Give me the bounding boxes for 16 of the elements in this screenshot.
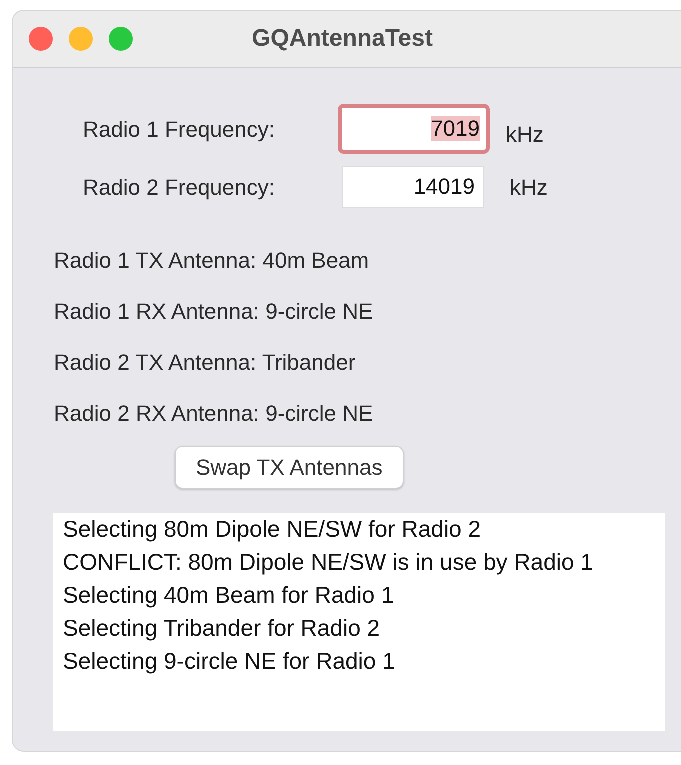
antenna-label: Radio 1 TX Antenna: 40m Beam: [54, 247, 370, 275]
zoom-button[interactable]: [109, 27, 133, 51]
frequency-field[interactable]: 7019: [338, 104, 490, 154]
unit-label: kHz: [506, 120, 544, 148]
swap-antennas-button[interactable]: Swap TX Antennas: [175, 446, 404, 489]
unit-label: kHz: [510, 174, 548, 202]
antenna-label: Radio 2 TX Antenna: Tribander: [54, 349, 357, 377]
close-button[interactable]: [29, 27, 53, 51]
frequency-field[interactable]: 14019: [342, 166, 484, 208]
frequency-label: Radio 1 Frequency:: [83, 116, 276, 144]
antenna-label: Radio 2 RX Antenna: 9-circle NE: [54, 400, 374, 428]
frequency-label: Radio 2 Frequency:: [83, 174, 276, 202]
minimize-button[interactable]: [69, 27, 93, 51]
window-title: GQAntennaTest: [252, 25, 433, 52]
antenna-label: Radio 1 RX Antenna: 9-circle NE: [54, 298, 374, 326]
log-area: Selecting 80m Dipole NE/SW for Radio 2 CONFLICT: 80m Dipole NE/SW is in use by Radio 1 Selecting 40m Beam for Radio 1 Selecting Tribander for Radio 2 Selecting 9-circle NE for Radio 1: [53, 513, 665, 731]
